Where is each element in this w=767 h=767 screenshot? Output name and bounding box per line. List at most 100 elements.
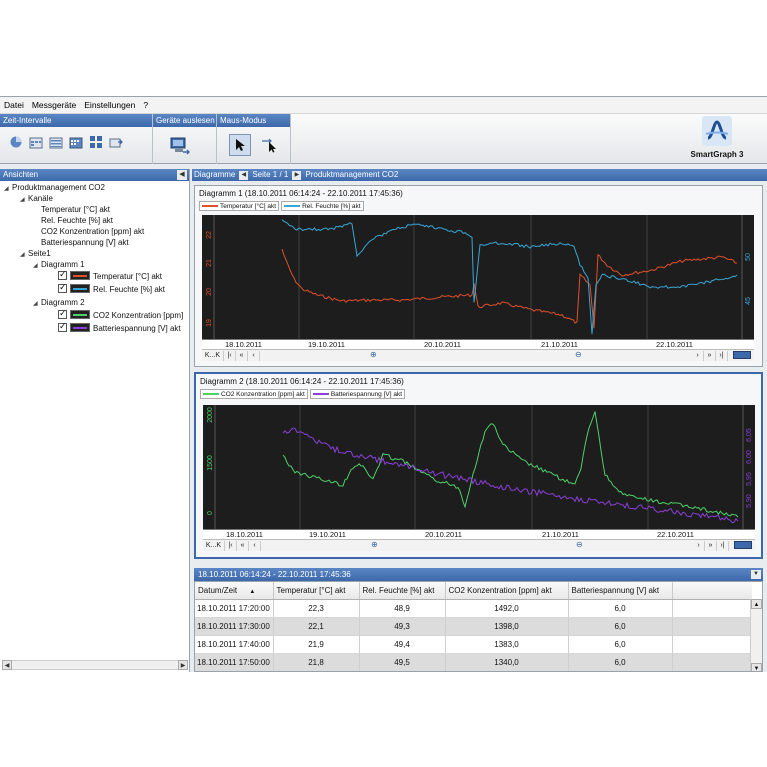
nav-forward-fast-button[interactable]: » [705,540,717,551]
nav-first-button[interactable]: |‹ [225,540,237,551]
nav-back-fast-button[interactable]: « [237,540,249,551]
nav-first-button[interactable]: |‹ [224,350,236,361]
cell: 48,9 [359,599,446,618]
zoom-out-icon[interactable]: ⊖ [576,540,583,549]
week-interval-icon[interactable] [49,135,63,149]
month-interval-icon[interactable] [69,135,83,149]
table-row[interactable]: 18.10.2011 17:30:00 22,1 49,3 1398,0 6,0 [195,617,752,636]
co2-series-line [282,411,739,518]
tree-channel-item[interactable]: Batteriespannung [V] akt [41,237,129,249]
y-tick-label-humidity: 45 [745,297,752,305]
collapse-panel-button[interactable]: ◀ [177,170,187,180]
legend-item[interactable]: CO2 Konzentration [ppm] akt [200,389,308,399]
tree-d1-humidity[interactable]: Rel. Feuchte [%] akt [58,282,166,296]
sort-asc-icon[interactable]: ▲ [249,589,255,595]
pointer-icon [236,139,245,151]
scroll-down-icon[interactable]: ▼ [751,663,762,671]
menu-einstellungen[interactable]: Einstellungen [84,100,135,110]
tree-channel-item[interactable]: CO2 Konzentration [ppm] akt [41,226,144,238]
tree-item-label: Rel. Feuchte [%] akt [93,285,166,294]
nav-forward-fast-button[interactable]: » [704,350,716,361]
legend-item[interactable]: Batteriespannung [V] akt [309,389,406,399]
expand-triangle-icon[interactable]: ◢ [33,261,41,273]
menu-datei[interactable]: Datei [4,100,24,110]
table-row[interactable]: 18.10.2011 17:20:00 22,3 48,9 1492,0 6,0 [195,599,752,618]
column-header[interactable]: CO2 Konzentration [ppm] akt [445,582,569,600]
vertical-scrollbar[interactable]: ▲ ▼ [750,599,762,671]
tree-item-label: Batteriespannung [V] akt [93,324,181,333]
nav-last-button[interactable]: ›| [717,540,729,551]
pie-interval-icon[interactable] [9,135,23,149]
custom-interval-icon[interactable] [109,135,123,149]
table-row[interactable]: 18.10.2011 17:50:00 21,8 49,5 1340,0 6,0 [195,653,752,671]
nav-forward-button[interactable]: › [693,540,705,551]
zoom-out-icon[interactable]: ⊖ [575,350,582,359]
smartgraph-window: Datei Messgeräte Einstellungen ? Zeit-In… [0,96,767,672]
scroll-up-icon[interactable]: ▲ [751,599,762,609]
column-header[interactable]: Datum/Zeit ▲ [195,582,274,600]
views-panel-title: Ansichten [3,170,39,179]
prev-page-icon[interactable]: ◀ [239,170,249,180]
views-panel-header: Ansichten ◀ [0,169,189,181]
legend-item[interactable]: Rel. Feuchte [%] akt [281,201,364,211]
column-header[interactable]: Temperatur [°C] akt [273,582,360,600]
y-tick-label-battery: 6,05 [746,428,753,442]
pointer-mode-button[interactable] [229,134,251,156]
cell: 21,8 [273,653,360,671]
nav-last-button[interactable]: ›| [716,350,728,361]
tree-d2-co2[interactable]: CO2 Konzentration [ppm] [58,308,183,322]
nav-back-button[interactable]: ‹ [248,350,260,361]
fit-range-icon[interactable] [734,541,752,549]
expand-triangle-icon[interactable]: ◢ [20,250,28,262]
checkbox[interactable] [58,321,67,333]
tree-d1-temperature[interactable]: Temperatur [°C] akt [58,269,162,283]
diagram-2[interactable]: Diagramm 2 (18.10.2011 06:14:24 - 22.10.… [194,372,763,559]
y-tick-label-temperature: 22 [206,231,213,239]
zoom-in-icon[interactable]: ⊕ [370,350,377,359]
nav-back-fast-button[interactable]: « [236,350,248,361]
scroll-left-icon[interactable]: ◀ [2,660,12,670]
day-interval-icon[interactable] [29,135,43,149]
legend-item[interactable]: Temperatur [°C] akt [199,201,280,211]
cell: 18.10.2011 17:50:00 [195,653,274,671]
legend-label: Batteriespannung [V] akt [330,390,403,398]
nav-forward-button[interactable]: › [692,350,704,361]
tree-channel-item[interactable]: Temperatur [°C] akt [41,204,110,216]
legend: Temperatur [°C] akt Rel. Feuchte [%] akt [199,201,364,211]
read-device-icon[interactable] [169,136,191,156]
tree-item-label: Temperatur [°C] akt [93,272,162,281]
column-header-filler [672,582,752,600]
nav-start-button[interactable]: K...K [202,350,224,361]
plot-area[interactable]: 22 21 20 19 50 45 [202,215,754,339]
next-page-icon[interactable]: ▶ [292,170,302,180]
expand-triangle-icon[interactable]: ◢ [20,195,28,207]
nav-start-button[interactable]: K...K [203,540,225,551]
y-tick-label-temperature: 21 [206,259,213,267]
menu-messgeraete[interactable]: Messgeräte [32,100,76,110]
plot-area[interactable]: 2000 1500 0 6,05 6,00 5,95 5,90 [203,405,755,529]
cell: 1383,0 [445,635,569,654]
chevron-down-icon[interactable]: ▼ [751,570,761,579]
diagram-1[interactable]: Diagramm 1 (18.10.2011 06:14:24 - 22.10.… [194,185,763,367]
menu-help[interactable]: ? [143,100,148,110]
checkbox[interactable] [58,269,67,281]
checkbox[interactable] [58,308,67,320]
scroll-right-icon[interactable]: ▶ [178,660,188,670]
table-row[interactable]: 18.10.2011 17:40:00 21,9 49,4 1383,0 6,0 [195,635,752,654]
column-header[interactable]: Batteriespannung [V] akt [568,582,673,600]
tree-d2-battery[interactable]: Batteriespannung [V] akt [58,321,181,335]
x-tick-label: 21.10.2011 [541,340,578,349]
nav-back-button[interactable]: ‹ [249,540,261,551]
column-header[interactable]: Rel. Feuchte [%] akt [359,582,446,600]
y-tick-label-battery: 5,90 [746,494,753,508]
fit-range-icon[interactable] [733,351,751,359]
zoom-in-icon[interactable]: ⊕ [371,540,378,549]
expand-triangle-icon[interactable]: ◢ [4,184,12,196]
year-interval-icon[interactable] [89,135,103,149]
expand-triangle-icon[interactable]: ◢ [33,299,41,311]
horizontal-scrollbar[interactable]: ◀ ▶ [2,660,188,670]
data-table-panel: Datum/Zeit ▲ Temperatur [°C] akt Rel. Fe… [194,581,763,672]
tree-channel-item[interactable]: Rel. Feuchte [%] akt [41,215,113,227]
checkbox[interactable] [58,282,67,294]
pan-mode-button[interactable] [259,134,281,156]
